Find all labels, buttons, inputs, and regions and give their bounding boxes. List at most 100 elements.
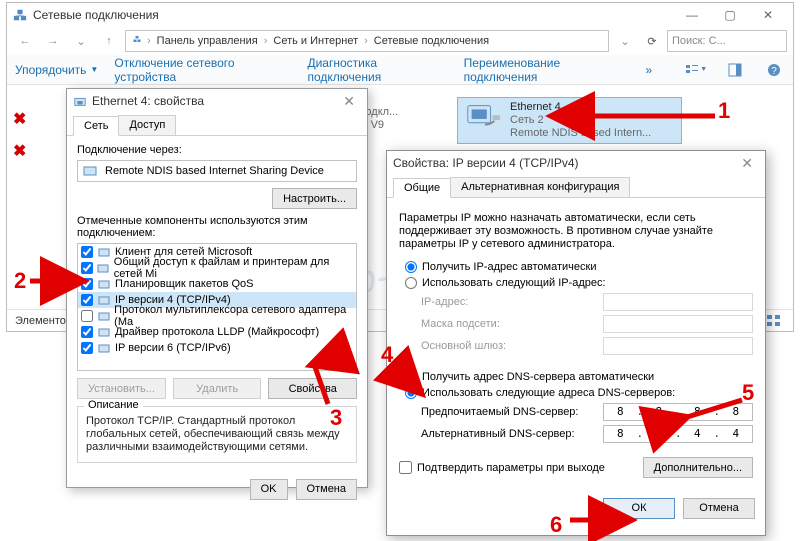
tab-alternative[interactable]: Альтернативная конфигурация	[450, 177, 630, 197]
component-checkbox[interactable]	[81, 310, 93, 322]
tabs: Общие Альтернативная конфигурация	[387, 175, 765, 197]
search-input[interactable]: Поиск: С...	[667, 30, 787, 52]
component-item[interactable]: Общий доступ к файлам и принтерам для се…	[78, 260, 356, 276]
component-label: Протокол мультиплексора сетевого адаптер…	[114, 304, 353, 328]
dialog-title: Ethernet 4: свойства	[92, 94, 204, 108]
explorer-title: Сетевые подключения	[33, 8, 159, 22]
component-label: IP версии 6 (TCP/IPv6)	[115, 342, 231, 354]
svg-text:?: ?	[771, 66, 777, 77]
network-adapter-icon	[464, 101, 502, 135]
protocol-icon	[97, 245, 111, 259]
ip-manual-radio-input[interactable]	[405, 277, 417, 289]
search-placeholder: Поиск: С...	[672, 35, 726, 47]
configure-button[interactable]: Настроить...	[272, 188, 357, 209]
dns-auto-radio[interactable]: Получить адрес DNS-сервера автоматически	[405, 371, 753, 383]
back-button[interactable]: ←	[13, 29, 37, 53]
breadcrumb-item[interactable]: Сеть и Интернет	[270, 35, 361, 47]
component-label: Общий доступ к файлам и принтерам для се…	[114, 256, 353, 280]
component-item[interactable]: IP версии 6 (TCP/IPv6)	[78, 340, 356, 356]
rename-button[interactable]: Переименование подключения	[464, 56, 630, 84]
annotation-arrow-3	[300, 358, 340, 411]
preview-pane-icon[interactable]	[723, 58, 746, 82]
forward-button[interactable]: →	[41, 29, 65, 53]
ip-address-row: IP-адрес: ...	[421, 293, 753, 311]
tiles-view-icon[interactable]	[763, 312, 785, 330]
component-label: Планировщик пакетов QoS	[115, 278, 254, 290]
description-text: Протокол TCP/IP. Стандартный протокол гл…	[86, 415, 348, 454]
dropdown-button[interactable]: ⌄	[613, 29, 637, 53]
tab-network[interactable]: Сеть	[73, 116, 119, 136]
view-dropdown-icon[interactable]: ▼	[684, 58, 707, 82]
dialog-titlebar: Свойства: IP версии 4 (TCP/IPv4) ✕	[387, 151, 765, 175]
confirm-on-exit-input[interactable]	[399, 461, 412, 474]
annotation-arrow-2	[28, 272, 88, 293]
nic-icon	[83, 164, 99, 178]
gateway-input: ...	[603, 337, 753, 355]
toolbar-more[interactable]: »	[646, 63, 653, 77]
ok-button[interactable]: OK	[250, 479, 288, 500]
ipv4-properties-dialog: Свойства: IP версии 4 (TCP/IPv4) ✕ Общие…	[386, 150, 766, 536]
remove-button[interactable]: Удалить	[173, 378, 262, 399]
breadcrumb-row: ← → ⌄ ↑ › Панель управления › Сеть и Инт…	[7, 27, 793, 55]
breadcrumb-item[interactable]: Панель управления	[154, 35, 261, 47]
disabled-adapter-icon: ✖	[13, 109, 26, 129]
tab-general[interactable]: Общие	[393, 178, 451, 198]
ip-auto-radio-input[interactable]	[405, 261, 417, 273]
cancel-button[interactable]: Отмена	[683, 498, 755, 519]
breadcrumb-item[interactable]: Сетевые подключения	[371, 35, 492, 47]
cancel-button[interactable]: Отмена	[296, 479, 357, 500]
ip-auto-radio[interactable]: Получить IP-адрес автоматически	[405, 261, 753, 273]
component-label: Драйвер протокола LLDP (Майкрософт)	[115, 326, 319, 338]
advanced-button[interactable]: Дополнительно...	[643, 457, 753, 478]
subnet-mask-row: Маска подсети: ...	[421, 315, 753, 333]
diagnose-button[interactable]: Диагностика подключения	[307, 56, 447, 84]
gateway-row: Основной шлюз: ...	[421, 337, 753, 355]
protocol-icon	[97, 309, 110, 323]
protocol-icon	[97, 277, 111, 291]
annotation-2: 2	[14, 268, 26, 294]
history-dropdown[interactable]: ⌄	[69, 29, 93, 53]
network-connections-icon	[13, 8, 27, 22]
component-item[interactable]: Драйвер протокола LLDP (Майкрософт)	[78, 324, 356, 340]
explorer-titlebar: Сетевые подключения — ▢ ✕	[7, 3, 793, 27]
dialog-body: Параметры IP можно назначать автоматичес…	[387, 197, 765, 490]
close-button[interactable]: ✕	[337, 93, 361, 110]
help-icon[interactable]: ?	[762, 58, 785, 82]
minimize-button[interactable]: —	[673, 4, 711, 26]
ethernet-icon	[73, 94, 87, 108]
maximize-button[interactable]: ▢	[711, 4, 749, 26]
refresh-button[interactable]: ⟳	[641, 30, 663, 52]
tab-access[interactable]: Доступ	[118, 115, 176, 135]
protocol-icon	[97, 261, 110, 275]
tabs: Сеть Доступ	[67, 113, 367, 135]
annotation-arrow-5	[678, 396, 748, 429]
dialog-body: Подключение через: Remote NDIS based Int…	[67, 135, 367, 471]
connect-via-box: Remote NDIS based Internet Sharing Devic…	[77, 160, 357, 182]
close-button[interactable]: ✕	[735, 155, 759, 172]
ethernet-properties-dialog: Ethernet 4: свойства ✕ Сеть Доступ Подкл…	[66, 88, 368, 488]
component-checkbox[interactable]	[81, 294, 93, 306]
component-checkbox[interactable]	[81, 342, 93, 354]
component-checkbox[interactable]	[81, 326, 93, 338]
info-text: Параметры IP можно назначать автоматичес…	[399, 212, 753, 251]
up-button[interactable]: ↑	[97, 29, 121, 53]
protocol-icon	[97, 341, 111, 355]
components-label: Отмеченные компоненты используются этим …	[77, 215, 357, 239]
description-group: Описание Протокол TCP/IP. Стандартный пр…	[77, 406, 357, 463]
subnet-mask-input: ...	[603, 315, 753, 333]
annotation-4: 4	[381, 342, 393, 368]
breadcrumb[interactable]: › Панель управления › Сеть и Интернет › …	[125, 30, 609, 52]
organize-menu[interactable]: Упорядочить ▼	[15, 63, 98, 77]
disable-device-button[interactable]: Отключение сетевого устройства	[114, 56, 291, 84]
connect-via-value: Remote NDIS based Internet Sharing Devic…	[105, 165, 324, 177]
ip-manual-radio[interactable]: Использовать следующий IP-адрес:	[405, 277, 753, 289]
install-button[interactable]: Установить...	[77, 378, 166, 399]
component-checkbox[interactable]	[81, 246, 93, 258]
components-list[interactable]: Клиент для сетей MicrosoftОбщий доступ к…	[77, 243, 357, 371]
component-item[interactable]: Протокол мультиплексора сетевого адаптер…	[78, 308, 356, 324]
dialog-footer: OK Отмена	[67, 471, 367, 507]
confirm-on-exit-checkbox[interactable]: Подтвердить параметры при выходе	[399, 461, 643, 474]
annotation-arrow-1	[580, 106, 720, 129]
dialog-titlebar: Ethernet 4: свойства ✕	[67, 89, 367, 113]
close-button[interactable]: ✕	[749, 4, 787, 26]
